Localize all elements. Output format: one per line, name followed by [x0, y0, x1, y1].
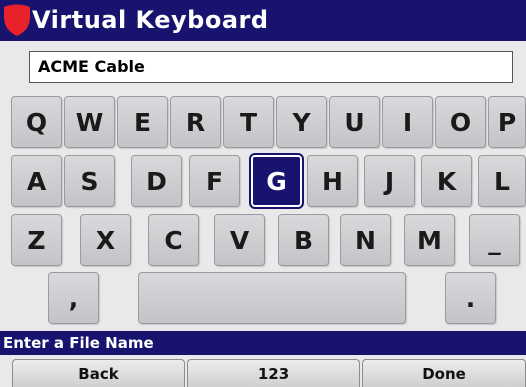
key-f[interactable]: F — [189, 155, 240, 207]
key-d[interactable]: D — [131, 155, 182, 207]
key-w[interactable]: W — [64, 96, 115, 148]
key-l[interactable]: L — [478, 155, 526, 207]
key-i[interactable]: I — [382, 96, 433, 148]
key-p[interactable]: P — [488, 96, 526, 148]
key-period[interactable]: . — [445, 272, 496, 324]
key-t[interactable]: T — [223, 96, 274, 148]
key-v[interactable]: V — [214, 214, 265, 266]
key-r[interactable]: R — [170, 96, 221, 148]
key-a[interactable]: A — [11, 155, 62, 207]
title-bar: Virtual Keyboard — [0, 0, 526, 41]
key-j[interactable]: J — [364, 155, 415, 207]
numeric-mode-button[interactable]: 123 — [187, 359, 360, 387]
key-n[interactable]: N — [340, 214, 391, 266]
back-button[interactable]: Back — [12, 359, 185, 387]
key-o[interactable]: O — [435, 96, 486, 148]
key-g[interactable]: G — [249, 153, 304, 209]
file-name-input[interactable]: ACME Cable — [29, 51, 513, 83]
input-strip: ACME Cable — [0, 41, 526, 96]
key-y[interactable]: Y — [276, 96, 327, 148]
key-z[interactable]: Z — [11, 214, 62, 266]
key-space[interactable] — [138, 272, 406, 324]
prompt-bar: Enter a File Name — [0, 331, 526, 355]
softkey-bar: Back 123 Done — [0, 355, 526, 387]
key-comma[interactable]: , — [48, 272, 99, 324]
key-x[interactable]: X — [80, 214, 131, 266]
page-title: Virtual Keyboard — [32, 6, 269, 34]
key-q[interactable]: Q — [11, 96, 62, 148]
key-e[interactable]: E — [117, 96, 168, 148]
key-b[interactable]: B — [278, 214, 329, 266]
key-s[interactable]: S — [64, 155, 115, 207]
key-m[interactable]: M — [404, 214, 455, 266]
key-k[interactable]: K — [421, 155, 472, 207]
key-underscore[interactable]: _ — [469, 214, 520, 266]
done-button[interactable]: Done — [362, 359, 526, 387]
key-c[interactable]: C — [148, 214, 199, 266]
key-u[interactable]: U — [329, 96, 380, 148]
shield-logo-icon — [4, 4, 30, 36]
key-h[interactable]: H — [307, 155, 358, 207]
